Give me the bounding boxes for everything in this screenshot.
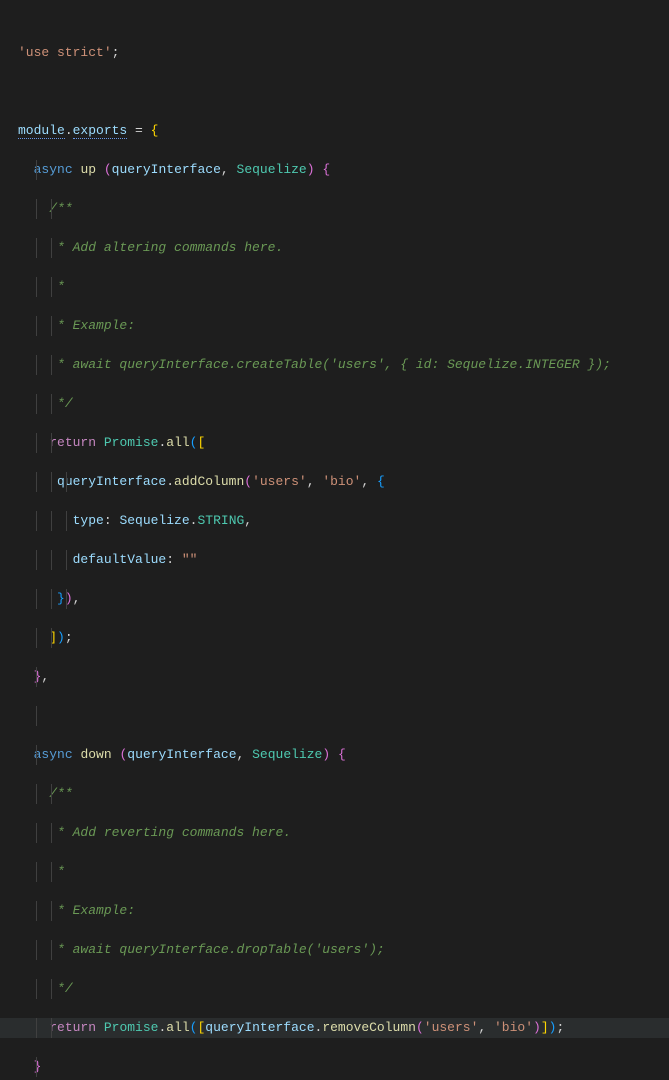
code-line: */ <box>0 394 669 414</box>
code-line: * <box>0 277 669 297</box>
code-line: } <box>0 1057 669 1077</box>
comment-token: /** <box>49 201 72 216</box>
code-line: async up (queryInterface, Sequelize) { <box>0 160 669 180</box>
code-line: */ <box>0 979 669 999</box>
function-name: up <box>80 162 96 177</box>
code-line: * await queryInterface.createTable('user… <box>0 355 669 375</box>
code-line-active: return Promise.all([queryInterface.remov… <box>0 1018 669 1038</box>
code-line: * <box>0 862 669 882</box>
keyword-async: async <box>34 162 73 177</box>
code-line: /** <box>0 199 669 219</box>
keyword-return: return <box>49 435 96 450</box>
code-line: ]); <box>0 628 669 648</box>
code-line <box>0 82 669 102</box>
code-line: async down (queryInterface, Sequelize) { <box>0 745 669 765</box>
code-line: }), <box>0 589 669 609</box>
code-line: * await queryInterface.dropTable('users'… <box>0 940 669 960</box>
code-line: queryInterface.addColumn('users', 'bio',… <box>0 472 669 492</box>
brace-open: { <box>151 123 159 138</box>
module-ident: module <box>18 123 65 139</box>
code-line: type: Sequelize.STRING, <box>0 511 669 531</box>
code-line: }, <box>0 667 669 687</box>
code-line: 'use strict'; <box>0 43 669 63</box>
code-line: return Promise.all([ <box>0 433 669 453</box>
code-line: module.exports = { <box>0 121 669 141</box>
code-editor[interactable]: 'use strict'; module.exports = { async u… <box>0 4 669 1080</box>
code-line <box>0 706 669 726</box>
code-line: /** <box>0 784 669 804</box>
code-line: * Add reverting commands here. <box>0 823 669 843</box>
code-line: * Example: <box>0 901 669 921</box>
code-line: * Add altering commands here. <box>0 238 669 258</box>
string-token: 'use strict' <box>18 45 112 60</box>
code-line: * Example: <box>0 316 669 336</box>
code-line: defaultValue: "" <box>0 550 669 570</box>
